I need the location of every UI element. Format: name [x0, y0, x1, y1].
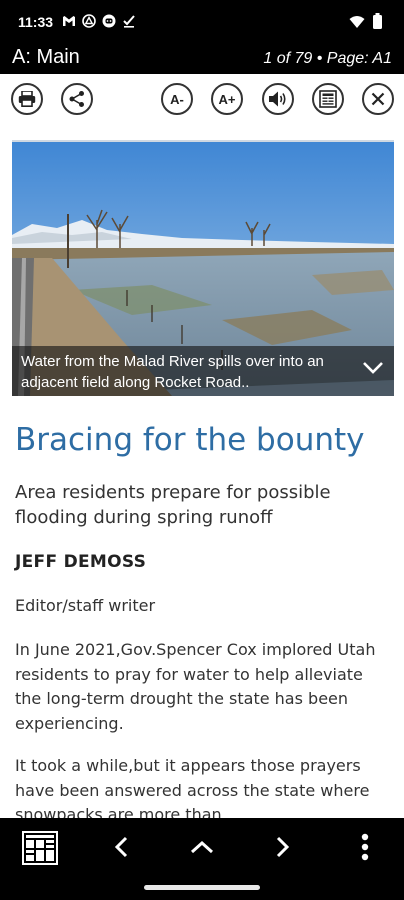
article-content[interactable]: Water from the Malad River spills over i…	[0, 130, 404, 818]
photo-caption-text: Water from the Malad River spills over i…	[21, 353, 324, 391]
next-page-button[interactable]	[268, 832, 298, 862]
chevron-down-icon[interactable]	[362, 360, 384, 379]
up-icon	[190, 840, 214, 854]
page-view-button[interactable]	[312, 83, 344, 115]
share-button[interactable]	[61, 83, 93, 115]
drive-icon	[82, 13, 96, 28]
thumbnails-button[interactable]	[20, 828, 60, 868]
scroll-up-button[interactable]	[187, 832, 217, 862]
discord-icon	[102, 13, 116, 28]
share-icon	[69, 91, 84, 107]
print-button[interactable]	[11, 83, 43, 115]
more-icon	[361, 833, 369, 861]
section-title: A: Main	[12, 46, 80, 68]
thumbnails-icon	[22, 831, 58, 865]
status-time: 11:33	[18, 14, 54, 30]
article-toolbar: A- A+	[0, 74, 404, 131]
page-indicator: 1 of 79 • Page: A1	[263, 50, 392, 67]
close-icon	[371, 92, 385, 106]
font-decrease-label: A-	[170, 91, 184, 107]
status-bar: 11:33	[0, 0, 404, 44]
article-headline: Bracing for the bounty	[15, 422, 365, 458]
next-icon	[276, 836, 290, 858]
article-paragraph: In June 2021,Gov.Spencer Cox implored Ut…	[15, 640, 376, 733]
article-deck: Area residents prepare for possible floo…	[15, 482, 331, 528]
font-increase-label: A+	[218, 91, 236, 107]
previous-icon	[114, 836, 128, 858]
close-button[interactable]	[362, 83, 394, 115]
gesture-handle[interactable]	[144, 885, 260, 890]
title-bar: A: Main 1 of 79 • Page: A1	[0, 44, 404, 74]
status-notification-icons	[62, 13, 136, 28]
newspaper-icon	[319, 90, 337, 108]
battery-icon	[373, 13, 382, 33]
article-paragraph: It took a while,but it appears those pra…	[15, 756, 370, 818]
wifi-icon	[349, 14, 365, 33]
author-role: Editor/staff writer	[15, 596, 156, 615]
article-byline: JEFF DEMOSS	[15, 552, 147, 572]
photo-caption[interactable]: Water from the Malad River spills over i…	[12, 346, 394, 396]
article-photo[interactable]: Water from the Malad River spills over i…	[12, 140, 394, 396]
speaker-icon	[269, 91, 286, 107]
read-aloud-button[interactable]	[262, 83, 294, 115]
font-increase-button[interactable]: A+	[211, 83, 243, 115]
gmail-icon	[62, 13, 76, 27]
checkmark-icon	[122, 13, 136, 28]
status-system-icons	[349, 13, 382, 33]
previous-page-button[interactable]	[106, 832, 136, 862]
more-options-button[interactable]	[350, 832, 380, 862]
font-decrease-button[interactable]: A-	[161, 83, 193, 115]
printer-icon	[18, 91, 36, 107]
